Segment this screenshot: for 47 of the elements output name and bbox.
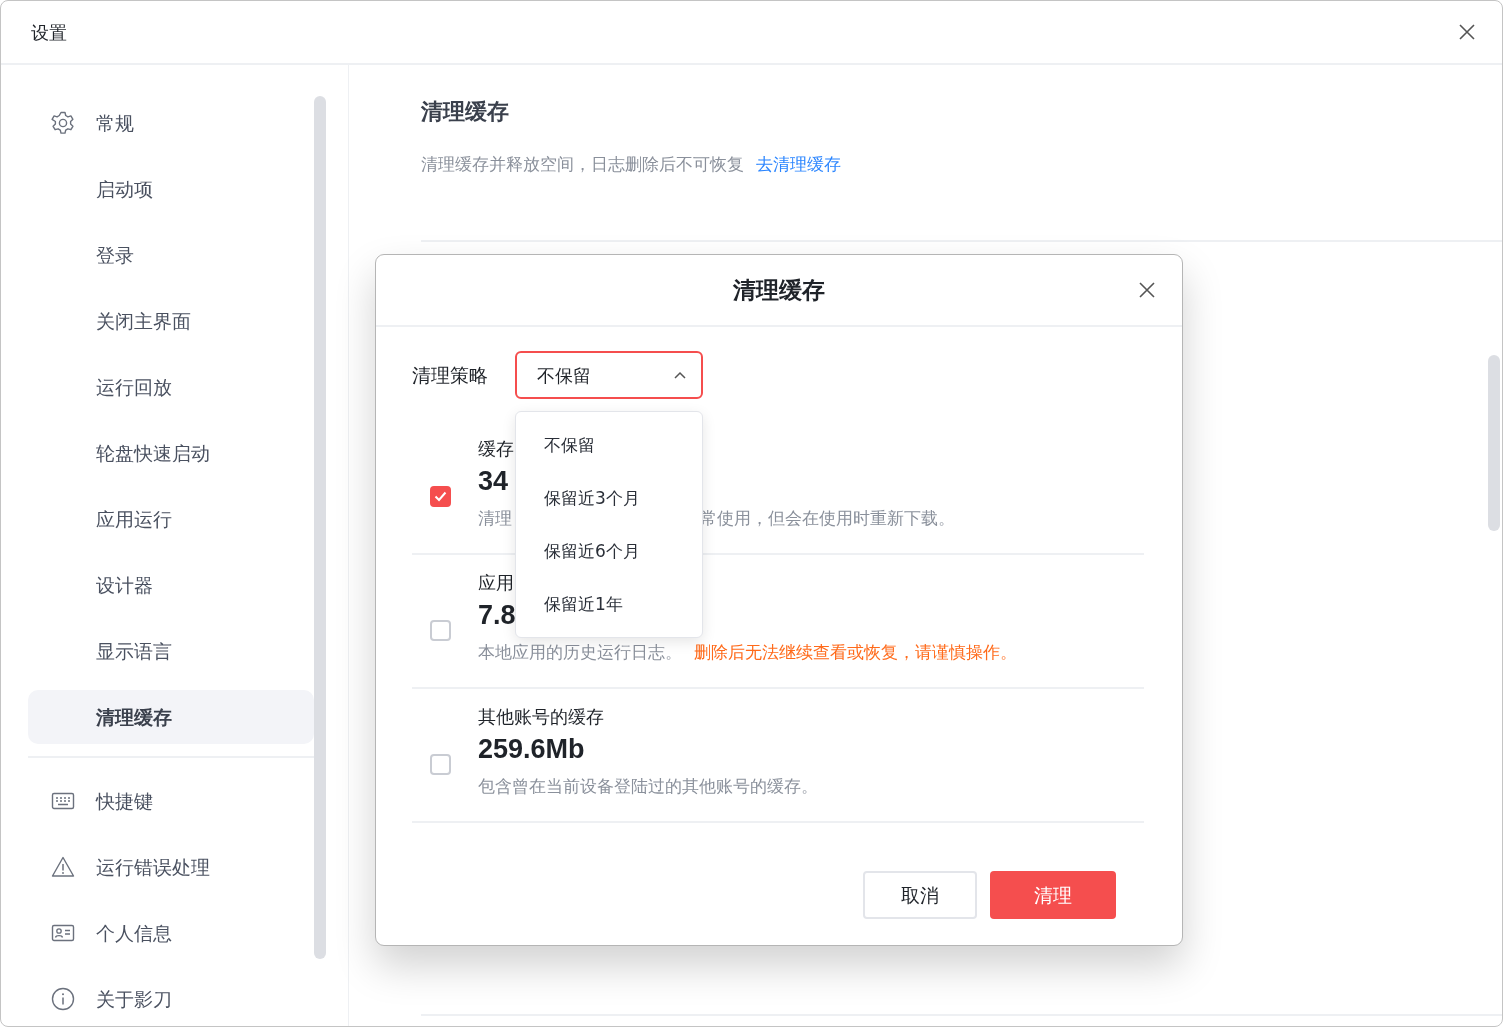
scrollbar-thumb[interactable]	[314, 96, 326, 959]
field-label: 清理策略	[412, 362, 489, 388]
sidebar-item[interactable]: 清理缓存	[28, 690, 314, 744]
checkbox[interactable]	[430, 486, 451, 507]
checkbox[interactable]	[430, 754, 451, 775]
sidebar-item[interactable]: 启动项	[28, 162, 314, 216]
warning-text: 删除后无法继续查看或恢复，请谨慎操作。	[694, 641, 1017, 664]
sidebar-item[interactable]: 运行回放	[28, 360, 314, 414]
dropdown-option[interactable]: 保留近1年	[516, 578, 702, 631]
sidebar-item[interactable]: 设计器	[28, 558, 314, 612]
item-title: 缓存	[478, 438, 514, 459]
close-icon	[1138, 281, 1156, 299]
check-icon	[434, 491, 447, 502]
size-value: 259.6Mb	[478, 734, 585, 764]
sidebar-item[interactable]: 轮盘快速启动	[28, 426, 314, 480]
sidebar-item[interactable]: 常规	[28, 96, 314, 150]
warning-icon	[51, 855, 75, 879]
section-title: 清理缓存	[421, 98, 510, 126]
item-title: 应用	[478, 572, 514, 593]
item-description: 本地应用的历史运行日志。	[478, 642, 682, 662]
dropdown-option[interactable]: 保留近3个月	[516, 472, 702, 525]
gear-icon	[51, 111, 75, 135]
close-icon	[1458, 23, 1476, 41]
scrollbar-thumb[interactable]	[1488, 355, 1500, 531]
dropdown-option[interactable]: 保留近6个月	[516, 525, 702, 578]
section-description: 清理缓存并释放空间，日志删除后不可恢复	[421, 154, 744, 174]
item-title: 其他账号的缓存	[478, 706, 604, 727]
sidebar-item[interactable]: 显示语言	[28, 624, 314, 678]
item-description: 包含曾在当前设备登陆过的其他账号的缓存。	[478, 776, 818, 796]
size-value: 7.8	[478, 600, 516, 630]
sidebar-item[interactable]: 运行错误处理	[28, 840, 314, 894]
info-icon	[51, 987, 75, 1011]
size-value: 34	[478, 466, 509, 496]
sidebar-item[interactable]: 登录	[28, 228, 314, 282]
checkbox[interactable]	[430, 620, 451, 641]
cancel-button[interactable]: 取消	[863, 871, 977, 919]
item-description: 清理	[478, 508, 512, 528]
dropdown-option[interactable]: 不保留	[516, 419, 702, 472]
strategy-dropdown[interactable]: 不保留	[515, 351, 703, 399]
sidebar-item[interactable]: 关闭主界面	[28, 294, 314, 348]
sidebar-item[interactable]: 关于影刀	[28, 972, 314, 1026]
window-title: 设置	[31, 20, 67, 45]
dialog-title: 清理缓存	[733, 275, 825, 305]
sidebar-item[interactable]: 个人信息	[28, 906, 314, 960]
sidebar-item[interactable]: 快捷键	[28, 774, 314, 828]
sidebar-item[interactable]: 应用运行	[28, 492, 314, 546]
clear-cache-link[interactable]: 去清理缓存	[756, 154, 841, 174]
